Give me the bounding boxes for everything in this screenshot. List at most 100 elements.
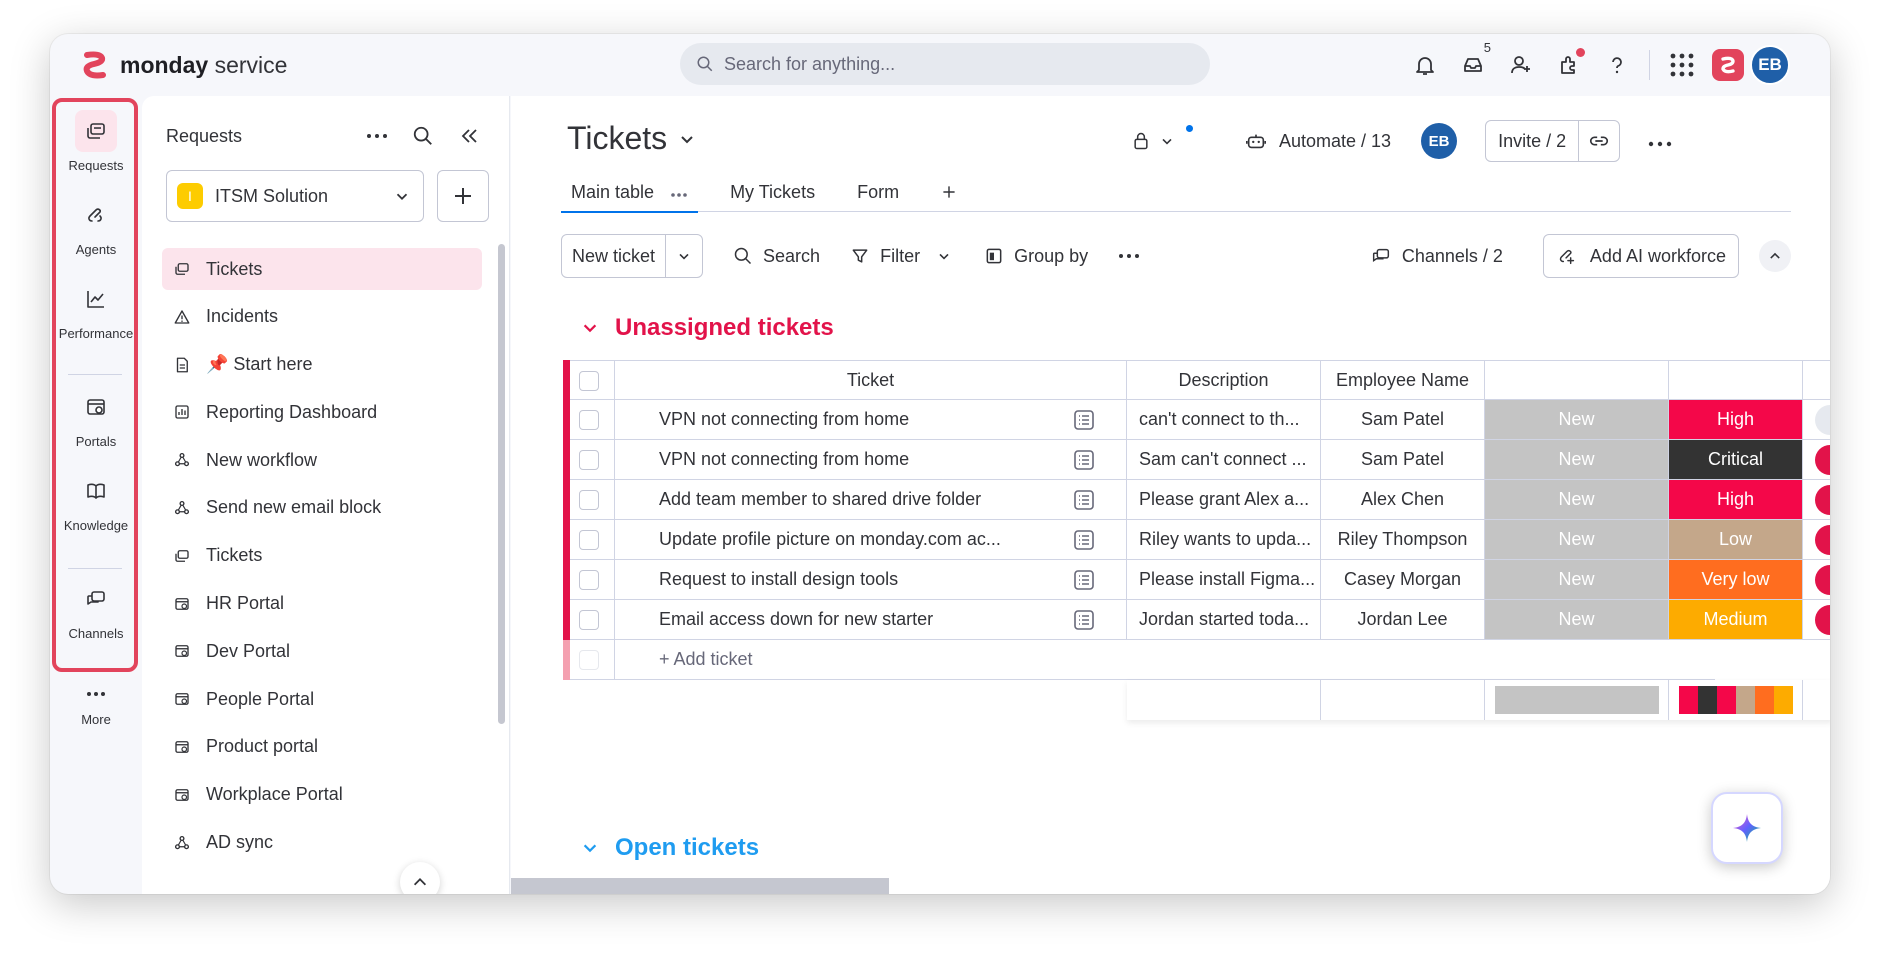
user-avatar[interactable]: EB <box>1750 45 1790 85</box>
channels-button[interactable]: Channels / 2 <box>1370 245 1503 267</box>
checkbox[interactable] <box>578 449 599 470</box>
horizontal-scrollbar[interactable] <box>511 878 889 894</box>
employee-cell[interactable]: Casey Morgan <box>1321 560 1485 599</box>
updates-icon[interactable] <box>1072 568 1096 597</box>
help-button[interactable] <box>1593 44 1641 86</box>
employee-cell[interactable]: Sam Patel <box>1321 400 1485 439</box>
status-cell[interactable]: New <box>1485 480 1669 519</box>
status-cell[interactable]: New <box>1485 440 1669 479</box>
table-row[interactable]: Email access down for new starter Jordan … <box>563 600 1830 640</box>
column-header[interactable]: Employee Name <box>1321 361 1485 400</box>
toolbar-more-button[interactable] <box>1118 253 1150 259</box>
row-select-cell[interactable] <box>563 600 615 639</box>
apps-button[interactable] <box>1658 44 1706 86</box>
status-cell[interactable]: New <box>1485 520 1669 559</box>
ticket-name-cell[interactable]: Email access down for new starter <box>615 600 1127 639</box>
ticket-name-cell[interactable]: Add team member to shared drive folder <box>615 480 1127 519</box>
next-column-cell[interactable] <box>1803 480 1830 519</box>
checkbox[interactable] <box>578 489 599 510</box>
collapse-nav-button[interactable] <box>453 120 485 152</box>
collapse-header-button[interactable] <box>1759 240 1791 272</box>
nav-item[interactable]: Reporting Dashboard <box>162 391 482 433</box>
nav-item[interactable]: Workplace Portal <box>162 774 482 816</box>
nav-item[interactable]: Tickets <box>162 535 482 577</box>
rail-item-requests[interactable]: Requests <box>50 110 142 173</box>
description-cell[interactable]: can't connect to th... <box>1127 400 1321 439</box>
workspace-selector[interactable]: I ITSM Solution <box>166 170 424 222</box>
ticket-name-cell[interactable]: VPN not connecting from home <box>615 440 1127 479</box>
rail-item-agents[interactable]: Agents <box>50 194 142 257</box>
nav-item[interactable]: People Portal <box>162 678 482 720</box>
description-cell[interactable]: Please install Figma... <box>1127 560 1321 599</box>
rail-item-more[interactable]: More <box>50 682 142 727</box>
row-select-cell[interactable] <box>563 560 615 599</box>
updates-icon[interactable] <box>1072 448 1096 477</box>
board-search-button[interactable]: Search <box>733 246 820 267</box>
global-search-input[interactable]: Search for anything... <box>680 43 1210 85</box>
status-cell[interactable]: New <box>1485 560 1669 599</box>
updates-icon[interactable] <box>1072 608 1096 637</box>
add-ticket-row[interactable]: + Add ticket <box>563 640 1715 680</box>
invite-button[interactable]: Invite / 2 <box>1486 121 1580 161</box>
new-ticket-button[interactable]: New ticket <box>562 235 667 277</box>
nav-item[interactable]: Dev Portal <box>162 630 482 672</box>
updates-icon[interactable] <box>1072 488 1096 517</box>
rail-item-portals[interactable]: Portals <box>50 386 142 449</box>
filter-button[interactable]: Filter <box>850 246 962 267</box>
nav-scrollbar[interactable] <box>498 244 505 724</box>
nav-search-button[interactable] <box>407 120 439 152</box>
board-permissions-button[interactable] <box>1131 125 1193 151</box>
employee-cell[interactable]: Jordan Lee <box>1321 600 1485 639</box>
nav-item[interactable]: HR Portal <box>162 583 482 625</box>
next-column-cell[interactable] <box>1803 400 1830 439</box>
next-column-cell[interactable] <box>1803 520 1830 559</box>
row-select-cell[interactable] <box>563 440 615 479</box>
rail-item-knowledge[interactable]: Knowledge <box>50 470 142 533</box>
priority-cell[interactable]: High <box>1669 400 1803 439</box>
rail-item-channels[interactable]: Channels <box>50 578 142 641</box>
column-header[interactable]: Description <box>1127 361 1321 400</box>
nav-item[interactable]: Incidents <box>162 296 482 338</box>
status-cell[interactable]: New <box>1485 600 1669 639</box>
board-member-avatar[interactable]: EB <box>1421 123 1458 159</box>
ticket-name-cell[interactable]: Request to install design tools <box>615 560 1127 599</box>
row-select-cell[interactable] <box>563 520 615 559</box>
checkbox[interactable] <box>578 609 599 630</box>
tab-my-tickets[interactable]: My Tickets <box>720 172 825 212</box>
inbox-button[interactable]: 5 <box>1449 40 1497 86</box>
integrations-button[interactable] <box>1545 44 1593 86</box>
select-all-cell[interactable] <box>563 361 615 400</box>
checkbox[interactable] <box>578 409 599 430</box>
notifications-button[interactable] <box>1401 44 1449 86</box>
nav-item[interactable]: New workflow <box>162 439 482 481</box>
description-cell[interactable]: Sam can't connect ... <box>1127 440 1321 479</box>
add-item-button[interactable] <box>437 170 489 222</box>
table-row[interactable]: Request to install design tools Please in… <box>563 560 1830 600</box>
nav-item[interactable]: Send new email block <box>162 487 482 529</box>
column-header[interactable]: Status <box>1485 361 1669 400</box>
product-switcher-button[interactable] <box>1712 49 1744 81</box>
priority-cell[interactable]: Very low <box>1669 560 1803 599</box>
ticket-name-cell[interactable]: Update profile picture on monday.com ac.… <box>615 520 1127 559</box>
board-title-button[interactable]: Tickets <box>567 120 697 157</box>
updates-icon[interactable] <box>1072 528 1096 557</box>
nav-more-button[interactable] <box>361 120 393 152</box>
row-select-cell[interactable] <box>563 480 615 519</box>
nav-item[interactable]: Product portal <box>162 726 482 768</box>
new-ticket-dropdown[interactable] <box>666 248 702 264</box>
add-ai-workforce-button[interactable]: Add AI workforce <box>1542 234 1739 278</box>
group-header-open[interactable]: Open tickets <box>581 834 759 862</box>
priority-cell[interactable]: High <box>1669 480 1803 519</box>
nav-item[interactable]: AD sync <box>162 822 482 864</box>
description-cell[interactable]: Jordan started toda... <box>1127 600 1321 639</box>
nav-item[interactable]: 📌 Start here <box>162 344 482 386</box>
checkbox[interactable] <box>578 529 599 550</box>
priority-cell[interactable]: Medium <box>1669 600 1803 639</box>
priority-summary-bar[interactable] <box>1678 686 1793 714</box>
checkbox[interactable] <box>578 370 599 391</box>
priority-cell[interactable]: Low <box>1669 520 1803 559</box>
rail-item-performance[interactable]: Performance <box>50 278 142 341</box>
next-column-cell[interactable] <box>1803 600 1830 639</box>
invite-members-button[interactable] <box>1497 44 1545 86</box>
automate-button[interactable]: Automate / 13 <box>1245 130 1391 152</box>
